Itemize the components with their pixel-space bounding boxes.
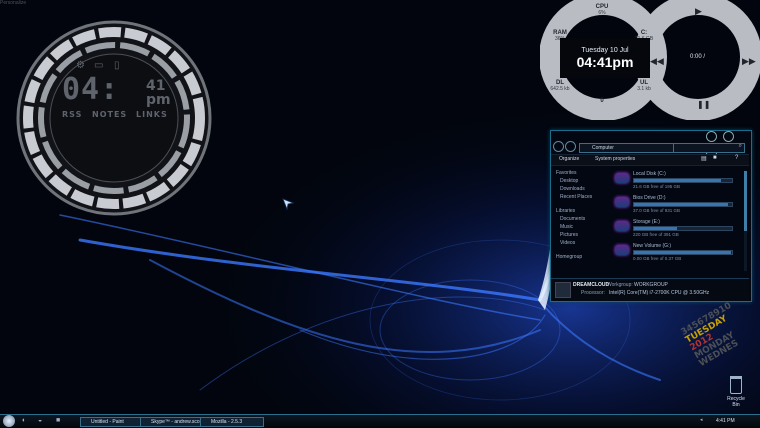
help-icon[interactable]: ? [735, 155, 738, 161]
nav-documents[interactable]: Documents [556, 215, 601, 223]
nav-videos[interactable]: Videos [556, 239, 601, 247]
details-pane: DREAMCLOUD Workgroup: WORKGROUP Processo… [551, 278, 749, 301]
pause-icon[interactable]: ❚❚ [697, 100, 710, 109]
quicklaunch-icon[interactable]: ◒ [38, 417, 42, 424]
gear-icon[interactable]: ⚙ [76, 60, 85, 71]
nav-homegroup[interactable]: Homegroup [556, 253, 601, 261]
scrollbar[interactable] [744, 171, 747, 271]
organize-menu[interactable]: Organize [559, 156, 579, 162]
time-text: 04:41pm [576, 54, 634, 70]
taskbar-button[interactable]: Mozilla - 2.5.3 [200, 417, 264, 427]
drive-usage-bar [633, 250, 733, 255]
nav-recent-places[interactable]: Recent Places [556, 193, 601, 201]
date-time-card: Tuesday 10 Jul 04:41pm [560, 38, 650, 78]
clock-ampm: pm [146, 92, 171, 108]
document-icon[interactable]: ▯ [114, 60, 120, 71]
drive-usage-bar [633, 202, 733, 207]
drive-name: Storage (E:) [633, 219, 660, 225]
nav-favorites[interactable]: Favorites [556, 169, 601, 177]
back-button[interactable] [553, 141, 564, 152]
play-icon[interactable]: ▶ [695, 6, 702, 17]
tray-clock[interactable]: 4:41 PM [716, 418, 735, 424]
view-options-icon[interactable]: ▤ [701, 155, 707, 162]
taskbar: ◐ ◒ ■ Untitled - Paint Skype™ - andrew.s… [0, 414, 760, 428]
ring-bottom-label: 0 [600, 98, 604, 104]
desktop-corner-label: Personalize [0, 0, 27, 6]
date-text: Tuesday 10 Jul [581, 47, 629, 54]
start-button[interactable] [3, 415, 15, 427]
processor-value: Intel(R) Core(TM) i7-2700K CPU @ 3.50GHz [609, 290, 710, 296]
drive-item[interactable]: New Volume (G:) 0.00 GB free of 0.37 GB [613, 243, 733, 267]
quicklaunch-icon[interactable]: ◐ [22, 417, 26, 424]
ul-value: 3.1 kb [637, 86, 651, 92]
nav-downloads[interactable]: Downloads [556, 185, 601, 193]
recycle-bin-shortcut[interactable]: Recycle Bin [724, 376, 748, 408]
address-bar[interactable]: Computer [579, 143, 681, 153]
drive-free-space: 37.0 GB free of 931 GB [633, 208, 681, 213]
drive-item[interactable]: Local Disk (C:) 21.6 GB free of 195 GB [613, 171, 733, 195]
search-icon: ⌕ [738, 143, 742, 149]
links-link[interactable]: LINKS [136, 110, 168, 119]
media-position: 0:00 / [690, 54, 706, 60]
clock-hours: 04: [62, 72, 120, 107]
navigation-pane: Favorites Desktop Downloads Recent Place… [556, 169, 601, 261]
forward-button[interactable] [565, 141, 576, 152]
window-controls [706, 129, 746, 160]
drive-name: New Volume (G:) [633, 243, 672, 249]
processor-label: Processor: [581, 290, 605, 296]
nav-pictures[interactable]: Pictures [556, 231, 601, 239]
drive-icon [615, 173, 629, 183]
drive-usage-bar [633, 226, 733, 231]
search-box[interactable]: ⌕ [673, 143, 745, 153]
computer-name: DREAMCLOUD [573, 282, 610, 288]
taskbar-button[interactable]: Skype™ - andrew.sco... [140, 417, 204, 427]
recycle-bin-icon [730, 376, 742, 394]
drive-name: Bios Drive (D:) [633, 195, 666, 201]
drive-item[interactable]: Storage (E:) 220 GB free of 391 GB [613, 219, 733, 243]
computer-icon [555, 282, 571, 298]
nav-desktop[interactable]: Desktop [556, 177, 601, 185]
drive-icon [615, 221, 629, 231]
drive-name: Local Disk (C:) [633, 171, 666, 177]
drive-free-space: 0.00 GB free of 0.37 GB [633, 256, 682, 261]
scrollbar-thumb[interactable] [744, 171, 747, 231]
drive-item[interactable]: Bios Drive (D:) 37.0 GB free of 931 GB [613, 195, 733, 219]
previous-icon[interactable]: ◀◀ [650, 56, 664, 67]
recycle-bin-label: Recycle Bin [727, 396, 745, 408]
rss-link[interactable]: RSS [62, 110, 82, 119]
taskbar-button[interactable]: Untitled - Paint [80, 417, 144, 427]
maximize-button[interactable] [723, 131, 735, 142]
drive-list: Local Disk (C:) 21.6 GB free of 195 GB B… [613, 171, 733, 267]
workgroup-label: Workgroup: [607, 282, 633, 288]
cpu-value: 6% [598, 10, 606, 16]
command-bar: Organize System properties ▤ ■ ? [551, 154, 749, 166]
nav-libraries[interactable]: Libraries [556, 207, 601, 215]
preview-pane-icon[interactable]: ■ [713, 155, 717, 161]
drive-icon [615, 245, 629, 255]
monitor-icon[interactable]: ▭ [94, 60, 103, 71]
cursor-icon [282, 198, 294, 210]
explorer-window[interactable]: Computer ⌕ Organize System properties ▤ … [550, 130, 752, 302]
system-properties-button[interactable]: System properties [595, 156, 635, 162]
drive-free-space: 21.6 GB free of 195 GB [633, 184, 681, 189]
quicklaunch-icon[interactable]: ■ [56, 417, 60, 424]
next-icon[interactable]: ▶▶ [742, 56, 756, 67]
tray-icon[interactable]: ◂ [700, 417, 703, 423]
nav-music[interactable]: Music [556, 223, 601, 231]
drive-icon [615, 197, 629, 207]
drive-usage-bar [633, 178, 733, 183]
notes-link[interactable]: NOTES [92, 110, 127, 119]
minimize-button[interactable] [706, 131, 717, 142]
drive-free-space: 220 GB free of 391 GB [633, 232, 679, 237]
dl-value: 642.5 kb [550, 86, 570, 92]
workgroup-value: WORKGROUP [634, 282, 668, 288]
